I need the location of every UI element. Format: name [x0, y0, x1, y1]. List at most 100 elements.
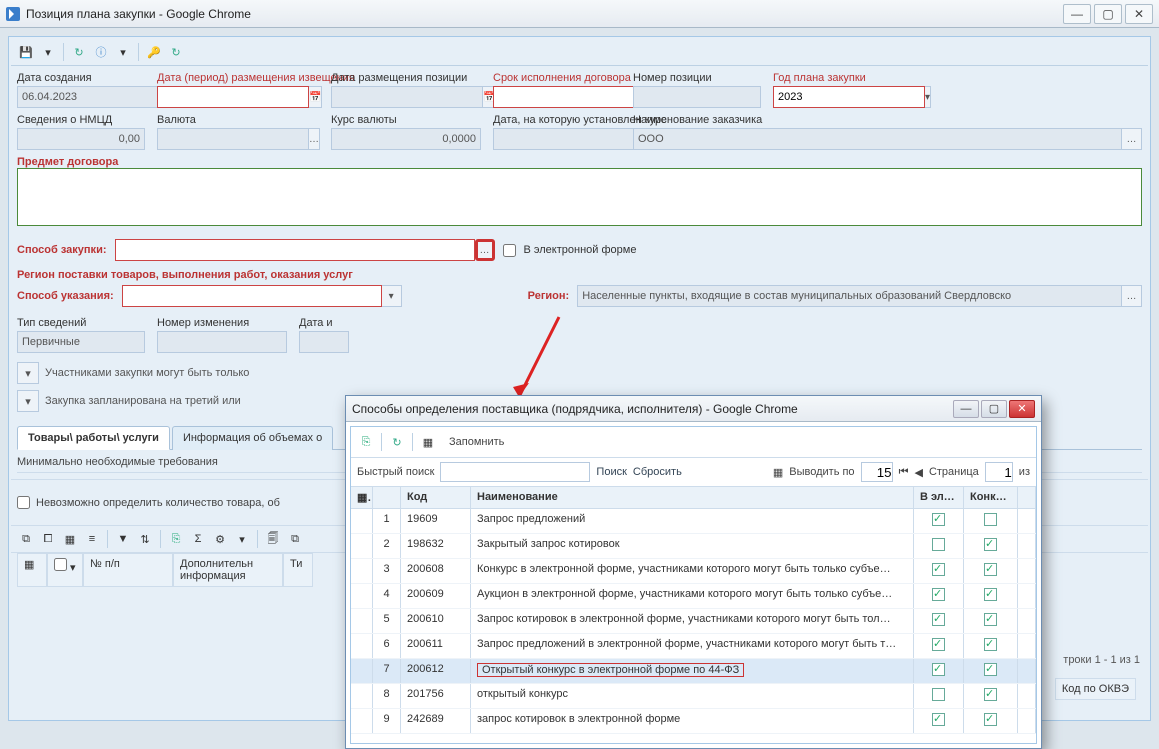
table-header-icon[interactable]: ▦ [351, 487, 373, 508]
table-row[interactable]: 2198632Закрытый запрос котировок [351, 534, 1036, 559]
info-icon[interactable]: ⓘ [92, 43, 110, 61]
tab-goods[interactable]: Товары\ работы\ услуги [17, 426, 170, 450]
maximize-button[interactable]: ▢ [1094, 4, 1122, 24]
table-icon[interactable]: ▦ [61, 530, 79, 548]
table-row[interactable]: 4200609Аукцион в электронной форме, учас… [351, 584, 1036, 609]
table-header-konk[interactable]: Конк… способ заку… [964, 487, 1018, 508]
eform-label: В электронной форме [524, 244, 637, 256]
ellipsis-icon[interactable]: … [309, 128, 320, 150]
data-i-label: Дата и [299, 317, 349, 329]
chevron-down-icon[interactable]: ▾ [925, 86, 931, 108]
sposobuk-input[interactable] [122, 285, 382, 307]
sum-icon[interactable]: Σ [189, 530, 207, 548]
tip-label: Тип сведений [17, 317, 145, 329]
table-row[interactable]: 8201756открытый конкурс [351, 684, 1036, 709]
popup-close-button[interactable]: ✕ [1009, 400, 1035, 418]
quick-search-input[interactable] [440, 462, 590, 482]
prev-page-icon[interactable]: ◀ [914, 466, 922, 479]
copy-icon[interactable]: ⧉ [286, 530, 304, 548]
list-icon[interactable]: ≡ [83, 530, 101, 548]
table-row[interactable]: 7200612Открытый конкурс в электронной фо… [351, 659, 1036, 684]
table-header-dop[interactable]: Дополнительн информация [173, 553, 283, 587]
no-qty-checkbox[interactable] [17, 496, 30, 509]
calendar-icon[interactable]: 📅 [309, 86, 322, 108]
layout-icon[interactable]: ▦ [417, 431, 439, 453]
chevron-down-icon[interactable]: ▾ [382, 285, 402, 307]
export-icon[interactable]: ⎘ [355, 431, 377, 453]
chevron-down-icon[interactable]: ▾ [17, 362, 39, 384]
tip-input [17, 331, 145, 353]
period-input[interactable] [157, 86, 309, 108]
sposob-input[interactable] [115, 239, 475, 261]
valuta-label: Валюта [157, 114, 319, 126]
dropdown2-icon[interactable]: ▾ [114, 43, 132, 61]
table-row[interactable]: 3200608Конкурс в электронной форме, учас… [351, 559, 1036, 584]
dropdown-icon[interactable]: ▾ [233, 530, 251, 548]
reset-button[interactable]: Сбросить [633, 466, 682, 478]
tab-volumes[interactable]: Информация об объемах о [172, 426, 333, 450]
ellipsis-icon[interactable]: … [1122, 128, 1142, 150]
god-label: Год плана закупки [773, 72, 913, 84]
refresh-icon[interactable]: ↻ [386, 431, 408, 453]
dropdown-icon[interactable]: ▾ [39, 43, 57, 61]
nmcd-label: Сведения о НМЦД [17, 114, 145, 126]
ellipsis-icon[interactable]: … [1122, 285, 1142, 307]
search-button[interactable]: Поиск [596, 466, 626, 478]
refresh2-icon[interactable]: ↻ [167, 43, 185, 61]
eform-checkbox[interactable] [503, 244, 516, 257]
table-header-tip[interactable]: Ти [283, 553, 313, 587]
nomer-izm-label: Номер изменения [157, 317, 287, 329]
srok-input[interactable] [493, 86, 645, 108]
refresh-icon[interactable]: ↻ [70, 43, 88, 61]
valuta-input[interactable] [157, 128, 309, 150]
gear-icon[interactable]: ⚙ [211, 530, 229, 548]
print-icon[interactable]: 🗐 [264, 530, 282, 548]
popup-maximize-button[interactable]: ▢ [981, 400, 1007, 418]
srok-label: Срок исполнения договора [493, 72, 621, 84]
close-button[interactable]: ✕ [1125, 4, 1153, 24]
kursdate-label: Дата, на которую установлен курс [493, 114, 621, 126]
table-row[interactable]: 119609Запрос предложений [351, 509, 1036, 534]
table-header-np[interactable]: № п/п [83, 553, 173, 587]
table-row[interactable]: 9242689запрос котировок в электронной фо… [351, 709, 1036, 734]
god-input[interactable] [773, 86, 925, 108]
zapomnit-button[interactable]: Запомнить [441, 436, 512, 448]
region-label: Регион: [528, 290, 570, 302]
page-size-icon[interactable]: ▦ [773, 466, 783, 479]
sposob-lookup-button[interactable]: … [475, 239, 495, 261]
first-page-icon[interactable]: ⏮ [899, 466, 909, 479]
page-input[interactable] [985, 462, 1013, 482]
table-row[interactable]: 5200610Запрос котировок в электронной фо… [351, 609, 1036, 634]
nomer-label: Номер позиции [633, 72, 761, 84]
table-header-ef[interactable]: В элек… форме [914, 487, 964, 508]
table-header-okve[interactable]: Код по ОКВЭ [1055, 678, 1136, 700]
export-icon[interactable]: ⎘ [167, 530, 185, 548]
table-header-checkbox[interactable]: ▦ [17, 553, 47, 587]
rows-info: троки 1 - 1 из 1 [1063, 654, 1140, 666]
predmet-label: Предмет договора [17, 156, 118, 168]
table-header-name[interactable]: Наименование [471, 487, 914, 508]
filter-icon[interactable]: ▼ [114, 530, 132, 548]
sort-icon[interactable]: ⇅ [136, 530, 154, 548]
collapse-icon[interactable]: ⧠ [39, 530, 57, 548]
minimize-button[interactable]: — [1063, 4, 1091, 24]
popup-minimize-button[interactable]: — [953, 400, 979, 418]
lookup-table: ▦ Код Наименование В элек… форме Конк… с… [351, 487, 1036, 743]
table-header-scroll [1018, 487, 1036, 508]
chevron-down-icon[interactable]: ▾ [17, 390, 39, 412]
vyvod-label: Выводить по [789, 466, 854, 478]
table-header-rownum[interactable] [373, 487, 401, 508]
date-created-input [17, 86, 169, 108]
table-header-check[interactable]: ▾ [47, 553, 83, 587]
main-title: Позиция плана закупки - Google Chrome [26, 7, 1060, 21]
page-label: Страница [929, 466, 979, 478]
key-icon[interactable]: 🔑 [145, 43, 163, 61]
main-titlebar: Позиция плана закупки - Google Chrome — … [0, 0, 1159, 28]
page-size-input[interactable] [861, 462, 893, 482]
lookup-popup: Способы определения поставщика (подрядчи… [345, 395, 1042, 749]
tree-icon[interactable]: ⧉ [17, 530, 35, 548]
predmet-textarea[interactable] [17, 168, 1142, 226]
save-icon[interactable]: 💾 [17, 43, 35, 61]
table-header-kod[interactable]: Код [401, 487, 471, 508]
table-row[interactable]: 6200611Запрос предложений в электронной … [351, 634, 1036, 659]
